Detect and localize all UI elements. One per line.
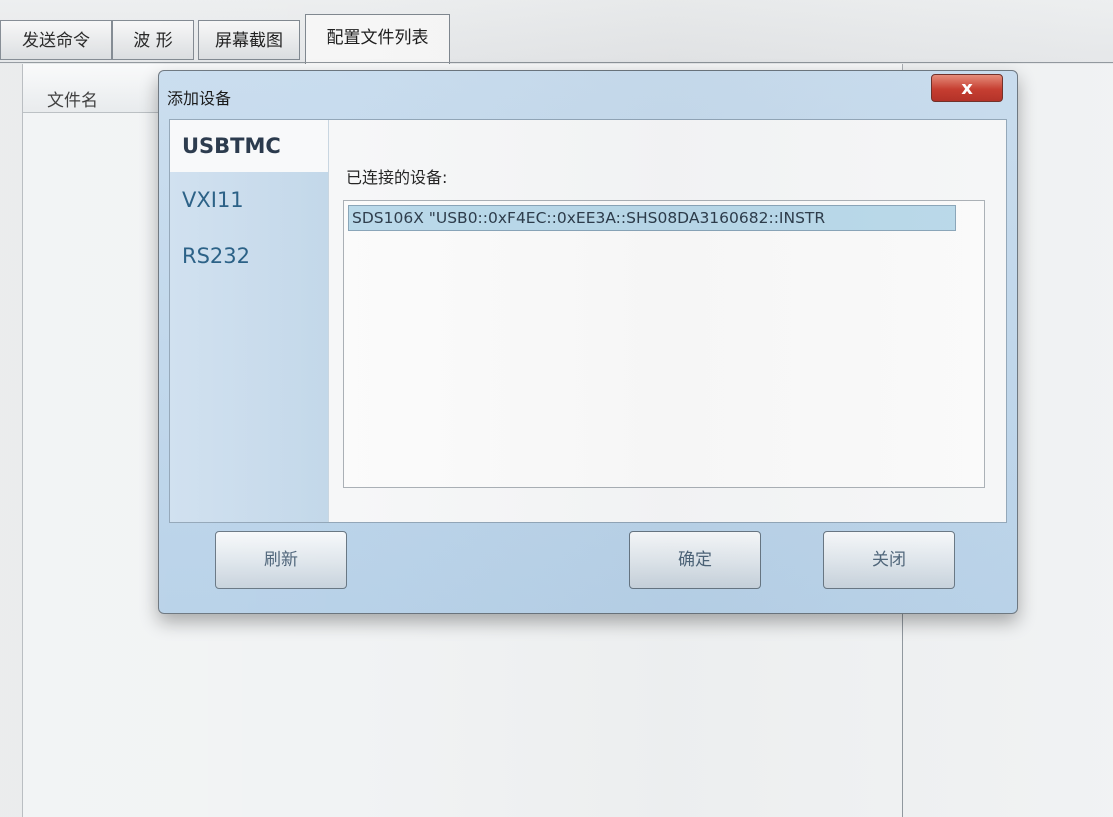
- device-content: 已连接的设备: SDS106X "USB0::0xF4EC::0xEE3A::S…: [328, 120, 1006, 522]
- nav-item-usbtmc[interactable]: USBTMC: [170, 120, 328, 172]
- tab-divider: [0, 62, 1113, 63]
- tab-screenshot[interactable]: 屏幕截图: [198, 20, 300, 60]
- connected-devices-label: 已连接的设备:: [346, 168, 448, 187]
- file-name-column-header[interactable]: 文件名: [47, 86, 98, 111]
- close-button[interactable]: 关闭: [823, 531, 955, 589]
- main-tab-strip: 发送命令 波 形 屏幕截图 配置文件列表: [0, 0, 1113, 64]
- tab-send-command[interactable]: 发送命令: [0, 20, 112, 60]
- close-icon[interactable]: x: [931, 74, 1003, 102]
- connected-device-list[interactable]: SDS106X "USB0::0xF4EC::0xEE3A::SHS08DA31…: [343, 200, 985, 488]
- right-vertical-divider: [902, 603, 903, 817]
- connection-type-nav: USBTMC VXI11 RS232: [170, 120, 329, 522]
- nav-item-vxi11[interactable]: VXI11: [170, 174, 328, 226]
- refresh-button[interactable]: 刷新: [215, 531, 347, 589]
- nav-item-rs232[interactable]: RS232: [170, 230, 328, 282]
- dialog-title: 添加设备: [167, 89, 232, 108]
- dialog-body: USBTMC VXI11 RS232 已连接的设备: SDS106X "USB0…: [169, 119, 1007, 523]
- tab-waveform[interactable]: 波 形: [112, 20, 194, 60]
- device-list-item[interactable]: SDS106X "USB0::0xF4EC::0xEE3A::SHS08DA31…: [348, 205, 956, 231]
- dialog-footer: 刷新 确定 关闭: [159, 523, 1017, 613]
- dialog-titlebar[interactable]: 添加设备 x: [159, 71, 1017, 119]
- add-device-dialog: 添加设备 x USBTMC VXI11 RS232 已连接的设备: SDS106…: [158, 70, 1018, 614]
- ok-button[interactable]: 确定: [629, 531, 761, 589]
- tab-config-file-list[interactable]: 配置文件列表: [305, 14, 450, 64]
